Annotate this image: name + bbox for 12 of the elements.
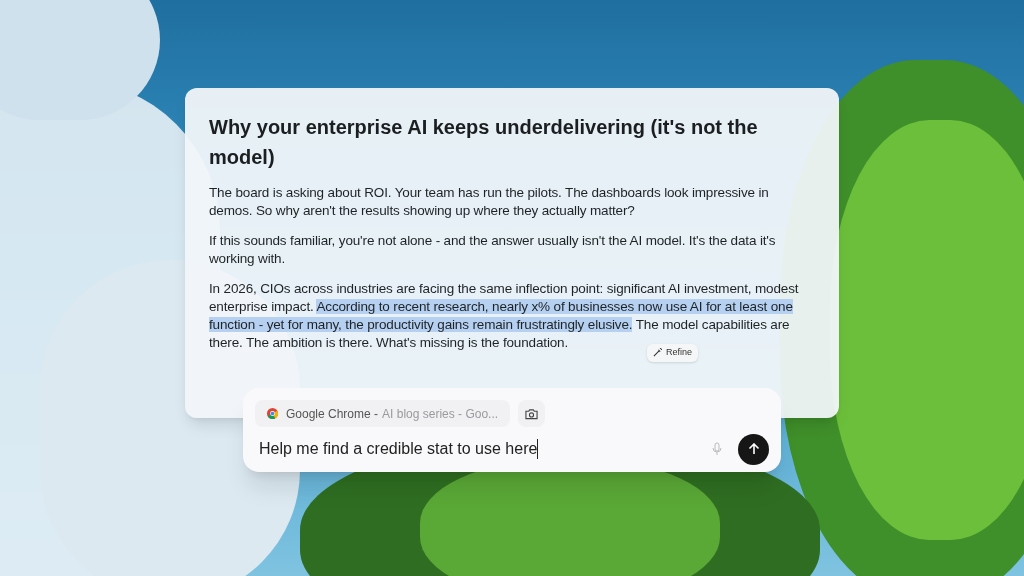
refine-button[interactable]: Refine [647,344,698,362]
paragraph: If this sounds familiar, you're not alone - and the answer usually isn't the AI model. It's the data it's working with. [209,232,777,268]
up-arrow-icon [747,443,760,455]
context-chip[interactable]: Google Chrome - AI blog series - Goo... [255,400,511,427]
send-button[interactable] [738,433,769,465]
screenshot-button[interactable] [518,400,546,427]
document-title: Why your enterprise AI keeps underdelivering (it's not the model) [209,115,759,170]
prompt-input-field[interactable]: Help me find a credible stat to use here [255,433,696,465]
pencil-sparkle-icon [653,348,662,358]
paragraph: The board is asking about ROI. Your team has run the pilots. The dashboards look impressive in demos. So why aren't the results showing up where they actually matter? [209,184,770,220]
camera-icon [525,407,539,420]
browser-logo-icon [267,408,278,419]
